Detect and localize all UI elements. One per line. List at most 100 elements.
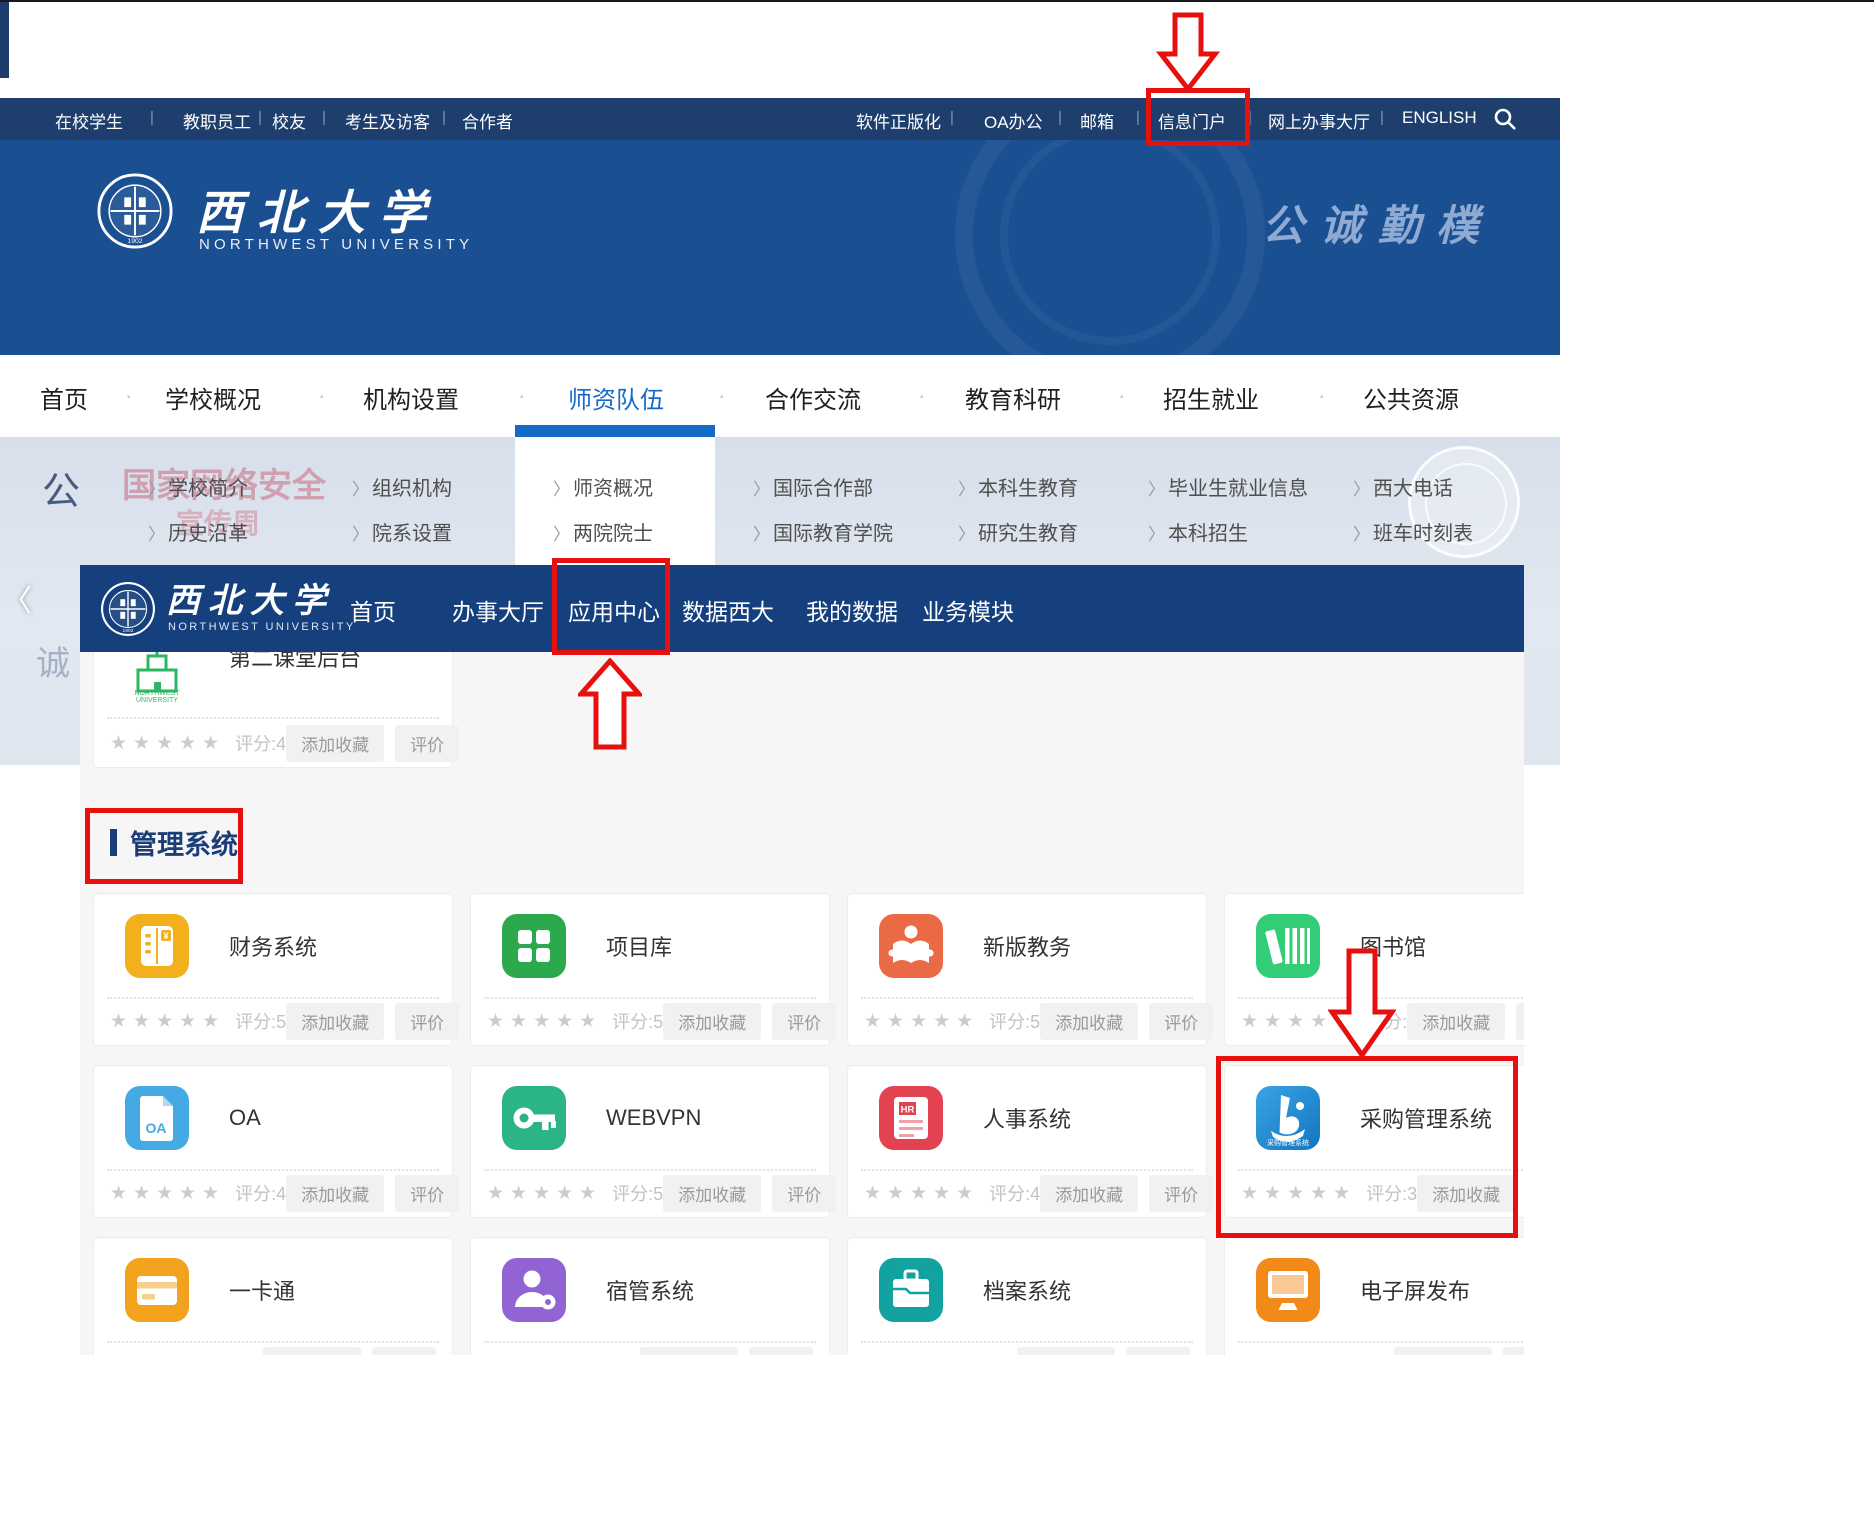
main-nav-item-2[interactable]: 机构设置 bbox=[363, 380, 459, 415]
section-header: 管理系统 bbox=[110, 823, 238, 862]
rating-stars[interactable]: ★★★★★ bbox=[110, 1182, 225, 1205]
rate-button[interactable]: 评价 bbox=[1516, 1003, 1524, 1040]
topbar-link-right-1[interactable]: OA办公 bbox=[984, 108, 1043, 133]
topbar-link-1[interactable]: 教职员工 bbox=[183, 108, 251, 133]
add-favorite-button[interactable]: 添加收藏 bbox=[286, 1003, 384, 1040]
app-card-1[interactable]: 项目库★★★★★评分:5添加收藏评价 bbox=[470, 893, 830, 1046]
topbar-link-right-5[interactable]: ENGLISH bbox=[1402, 108, 1477, 128]
mega-menu-item-6-0[interactable]: 〉西大电话 bbox=[1353, 472, 1453, 501]
mega-menu-item-label: 师资概况 bbox=[573, 478, 653, 500]
mega-menu-item-0-1[interactable]: 〉历史沿革 bbox=[148, 517, 248, 546]
portal-nav-item-1[interactable]: 办事大厅 bbox=[452, 593, 544, 627]
mega-menu-item-label: 院系设置 bbox=[372, 523, 452, 545]
rating-stars[interactable]: ★★★★★ bbox=[1241, 1010, 1356, 1033]
topbar-link-right-3[interactable]: 信息门户 bbox=[1158, 108, 1226, 133]
main-nav-item-4[interactable]: 合作交流 bbox=[765, 380, 861, 415]
mega-menu-item-1-0[interactable]: 〉组织机构 bbox=[352, 472, 452, 501]
app-card-9[interactable]: 宿管系统★★★★★添加收藏评价 bbox=[470, 1237, 830, 1355]
main-nav-item-6[interactable]: 招生就业 bbox=[1163, 380, 1259, 415]
app-card-11[interactable]: 电子屏发布★★★★★添加收藏评价 bbox=[1224, 1237, 1524, 1355]
portal-nav-item-3[interactable]: 数据西大 bbox=[682, 593, 774, 627]
rating-stars[interactable]: ★★★★★ bbox=[864, 1354, 979, 1356]
mega-menu-item-5-1[interactable]: 〉本科招生 bbox=[1148, 517, 1248, 546]
mega-menu-item-2-1[interactable]: 〉两院院士 bbox=[553, 517, 653, 546]
mega-menu-item-3-0[interactable]: 〉国际合作部 bbox=[753, 472, 873, 501]
mega-menu-item-0-0[interactable]: 〉学校简介 bbox=[148, 472, 248, 501]
rating-stars[interactable]: ★★★★★ bbox=[487, 1354, 602, 1356]
rate-button[interactable]: 评价 bbox=[1149, 1175, 1213, 1212]
rating-stars[interactable]: ★★★★★ bbox=[487, 1010, 602, 1033]
rating-stars[interactable]: ★★★★★ bbox=[110, 732, 225, 755]
topbar-link-2[interactable]: 校友 bbox=[272, 108, 306, 133]
app-card-7[interactable]: 采购管理系统采购管理系统★★★★★评分:3添加收藏评价 bbox=[1224, 1065, 1524, 1218]
mega-menu-item-2-0[interactable]: 〉师资概况 bbox=[553, 472, 653, 501]
mega-menu-item-4-0[interactable]: 〉本科生教育 bbox=[958, 472, 1078, 501]
app-card-10[interactable]: 档案系统★★★★★添加收藏评价 bbox=[847, 1237, 1207, 1355]
add-favorite-button[interactable]: 添加收藏 bbox=[286, 725, 384, 762]
portal-nav-item-5[interactable]: 业务模块 bbox=[922, 593, 1014, 627]
rating-stars[interactable]: ★★★★★ bbox=[110, 1010, 225, 1033]
search-icon[interactable] bbox=[1492, 106, 1518, 132]
rate-button[interactable]: 评价 bbox=[1503, 1347, 1524, 1356]
topbar-link-0[interactable]: 在校学生 bbox=[55, 108, 123, 133]
app-card-8[interactable]: 一卡通★★★★★添加收藏评价 bbox=[93, 1237, 453, 1355]
mega-menu-item-1-1[interactable]: 〉院系设置 bbox=[352, 517, 452, 546]
mega-menu-item-3-1[interactable]: 〉国际教育学院 bbox=[753, 517, 893, 546]
add-favorite-button[interactable]: 添加收藏 bbox=[1407, 1003, 1505, 1040]
main-nav-item-5[interactable]: 教育科研 bbox=[965, 380, 1061, 415]
app-card-5[interactable]: WEBVPN★★★★★评分:5添加收藏评价 bbox=[470, 1065, 830, 1218]
app-card-0[interactable]: ¥财务系统★★★★★评分:5添加收藏评价 bbox=[93, 893, 453, 1046]
add-favorite-button[interactable]: 添加收藏 bbox=[663, 1175, 761, 1212]
chevron-right-icon: 〉 bbox=[958, 480, 975, 499]
add-favorite-button[interactable]: 添加收藏 bbox=[1017, 1347, 1115, 1356]
app-card-title: 图书馆 bbox=[1360, 930, 1426, 962]
carousel-prev-button[interactable]: 〈 bbox=[2, 576, 32, 620]
rate-button[interactable]: 评价 bbox=[772, 1003, 836, 1040]
app-card-3[interactable]: 图书馆★★★★★评分:添加收藏评价 bbox=[1224, 893, 1524, 1046]
rating-stars[interactable]: ★★★★★ bbox=[110, 1354, 225, 1356]
rate-button[interactable]: 评价 bbox=[372, 1347, 436, 1356]
add-favorite-button[interactable]: 添加收藏 bbox=[263, 1347, 361, 1356]
app-card-6[interactable]: HR人事系统★★★★★评分:4添加收藏评价 bbox=[847, 1065, 1207, 1218]
topbar-link-right-4[interactable]: 网上办事大厅 bbox=[1268, 108, 1370, 133]
main-nav-item-7[interactable]: 公共资源 bbox=[1363, 380, 1459, 415]
rating-score: 评分:5 bbox=[612, 1180, 663, 1206]
add-favorite-button[interactable]: 添加收藏 bbox=[640, 1347, 738, 1356]
mega-menu-item-5-0[interactable]: 〉毕业生就业信息 bbox=[1148, 472, 1308, 501]
add-favorite-button[interactable]: 添加收藏 bbox=[1394, 1347, 1492, 1356]
add-favorite-button[interactable]: 添加收藏 bbox=[286, 1175, 384, 1212]
separator: | bbox=[150, 109, 154, 126]
main-nav-item-3[interactable]: 师资队伍 bbox=[568, 380, 664, 415]
rate-button[interactable]: 评价 bbox=[395, 1003, 459, 1040]
main-nav-item-0[interactable]: 首页 bbox=[40, 380, 88, 415]
rating-stars[interactable]: ★★★★★ bbox=[864, 1010, 979, 1033]
page: 在校学生教职员工校友考生及访客合作者||||软件正版化OA办公邮箱信息门户网上办… bbox=[0, 0, 1874, 1522]
add-favorite-button[interactable]: 添加收藏 bbox=[1417, 1175, 1515, 1212]
portal-nav-item-2[interactable]: 应用中心 bbox=[568, 593, 660, 627]
topbar-link-4[interactable]: 合作者 bbox=[462, 108, 513, 133]
app-card-2[interactable]: 新版教务★★★★★评分:5添加收藏评价 bbox=[847, 893, 1207, 1046]
rate-button[interactable]: 评价 bbox=[749, 1347, 813, 1356]
add-favorite-button[interactable]: 添加收藏 bbox=[1040, 1003, 1138, 1040]
add-favorite-button[interactable]: 添加收藏 bbox=[1040, 1175, 1138, 1212]
mega-menu-item-4-1[interactable]: 〉研究生教育 bbox=[958, 517, 1078, 546]
main-nav-item-1[interactable]: 学校概况 bbox=[165, 380, 261, 415]
rate-button[interactable]: 评价 bbox=[395, 725, 459, 762]
rate-button[interactable]: 评价 bbox=[1126, 1347, 1190, 1356]
rate-button[interactable]: 评价 bbox=[395, 1175, 459, 1212]
rate-button[interactable]: 评价 bbox=[772, 1175, 836, 1212]
topbar-link-3[interactable]: 考生及访客 bbox=[345, 108, 430, 133]
add-favorite-button[interactable]: 添加收藏 bbox=[663, 1003, 761, 1040]
rate-button[interactable]: 评价 bbox=[1149, 1003, 1213, 1040]
portal-nav-item-0[interactable]: 首页 bbox=[350, 593, 396, 627]
portal-nav-item-4[interactable]: 我的数据 bbox=[806, 593, 898, 627]
separator: | bbox=[322, 109, 326, 126]
topbar-link-right-2[interactable]: 邮箱 bbox=[1080, 108, 1114, 133]
rating-stars[interactable]: ★★★★★ bbox=[1241, 1182, 1356, 1205]
rating-stars[interactable]: ★★★★★ bbox=[487, 1182, 602, 1205]
mega-menu-item-6-1[interactable]: 〉班车时刻表 bbox=[1353, 517, 1473, 546]
rating-stars[interactable]: ★★★★★ bbox=[1241, 1354, 1356, 1356]
rating-stars[interactable]: ★★★★★ bbox=[864, 1182, 979, 1205]
app-card-4[interactable]: OAOA★★★★★评分:4添加收藏评价 bbox=[93, 1065, 453, 1218]
topbar-link-right-0[interactable]: 软件正版化 bbox=[856, 108, 941, 133]
